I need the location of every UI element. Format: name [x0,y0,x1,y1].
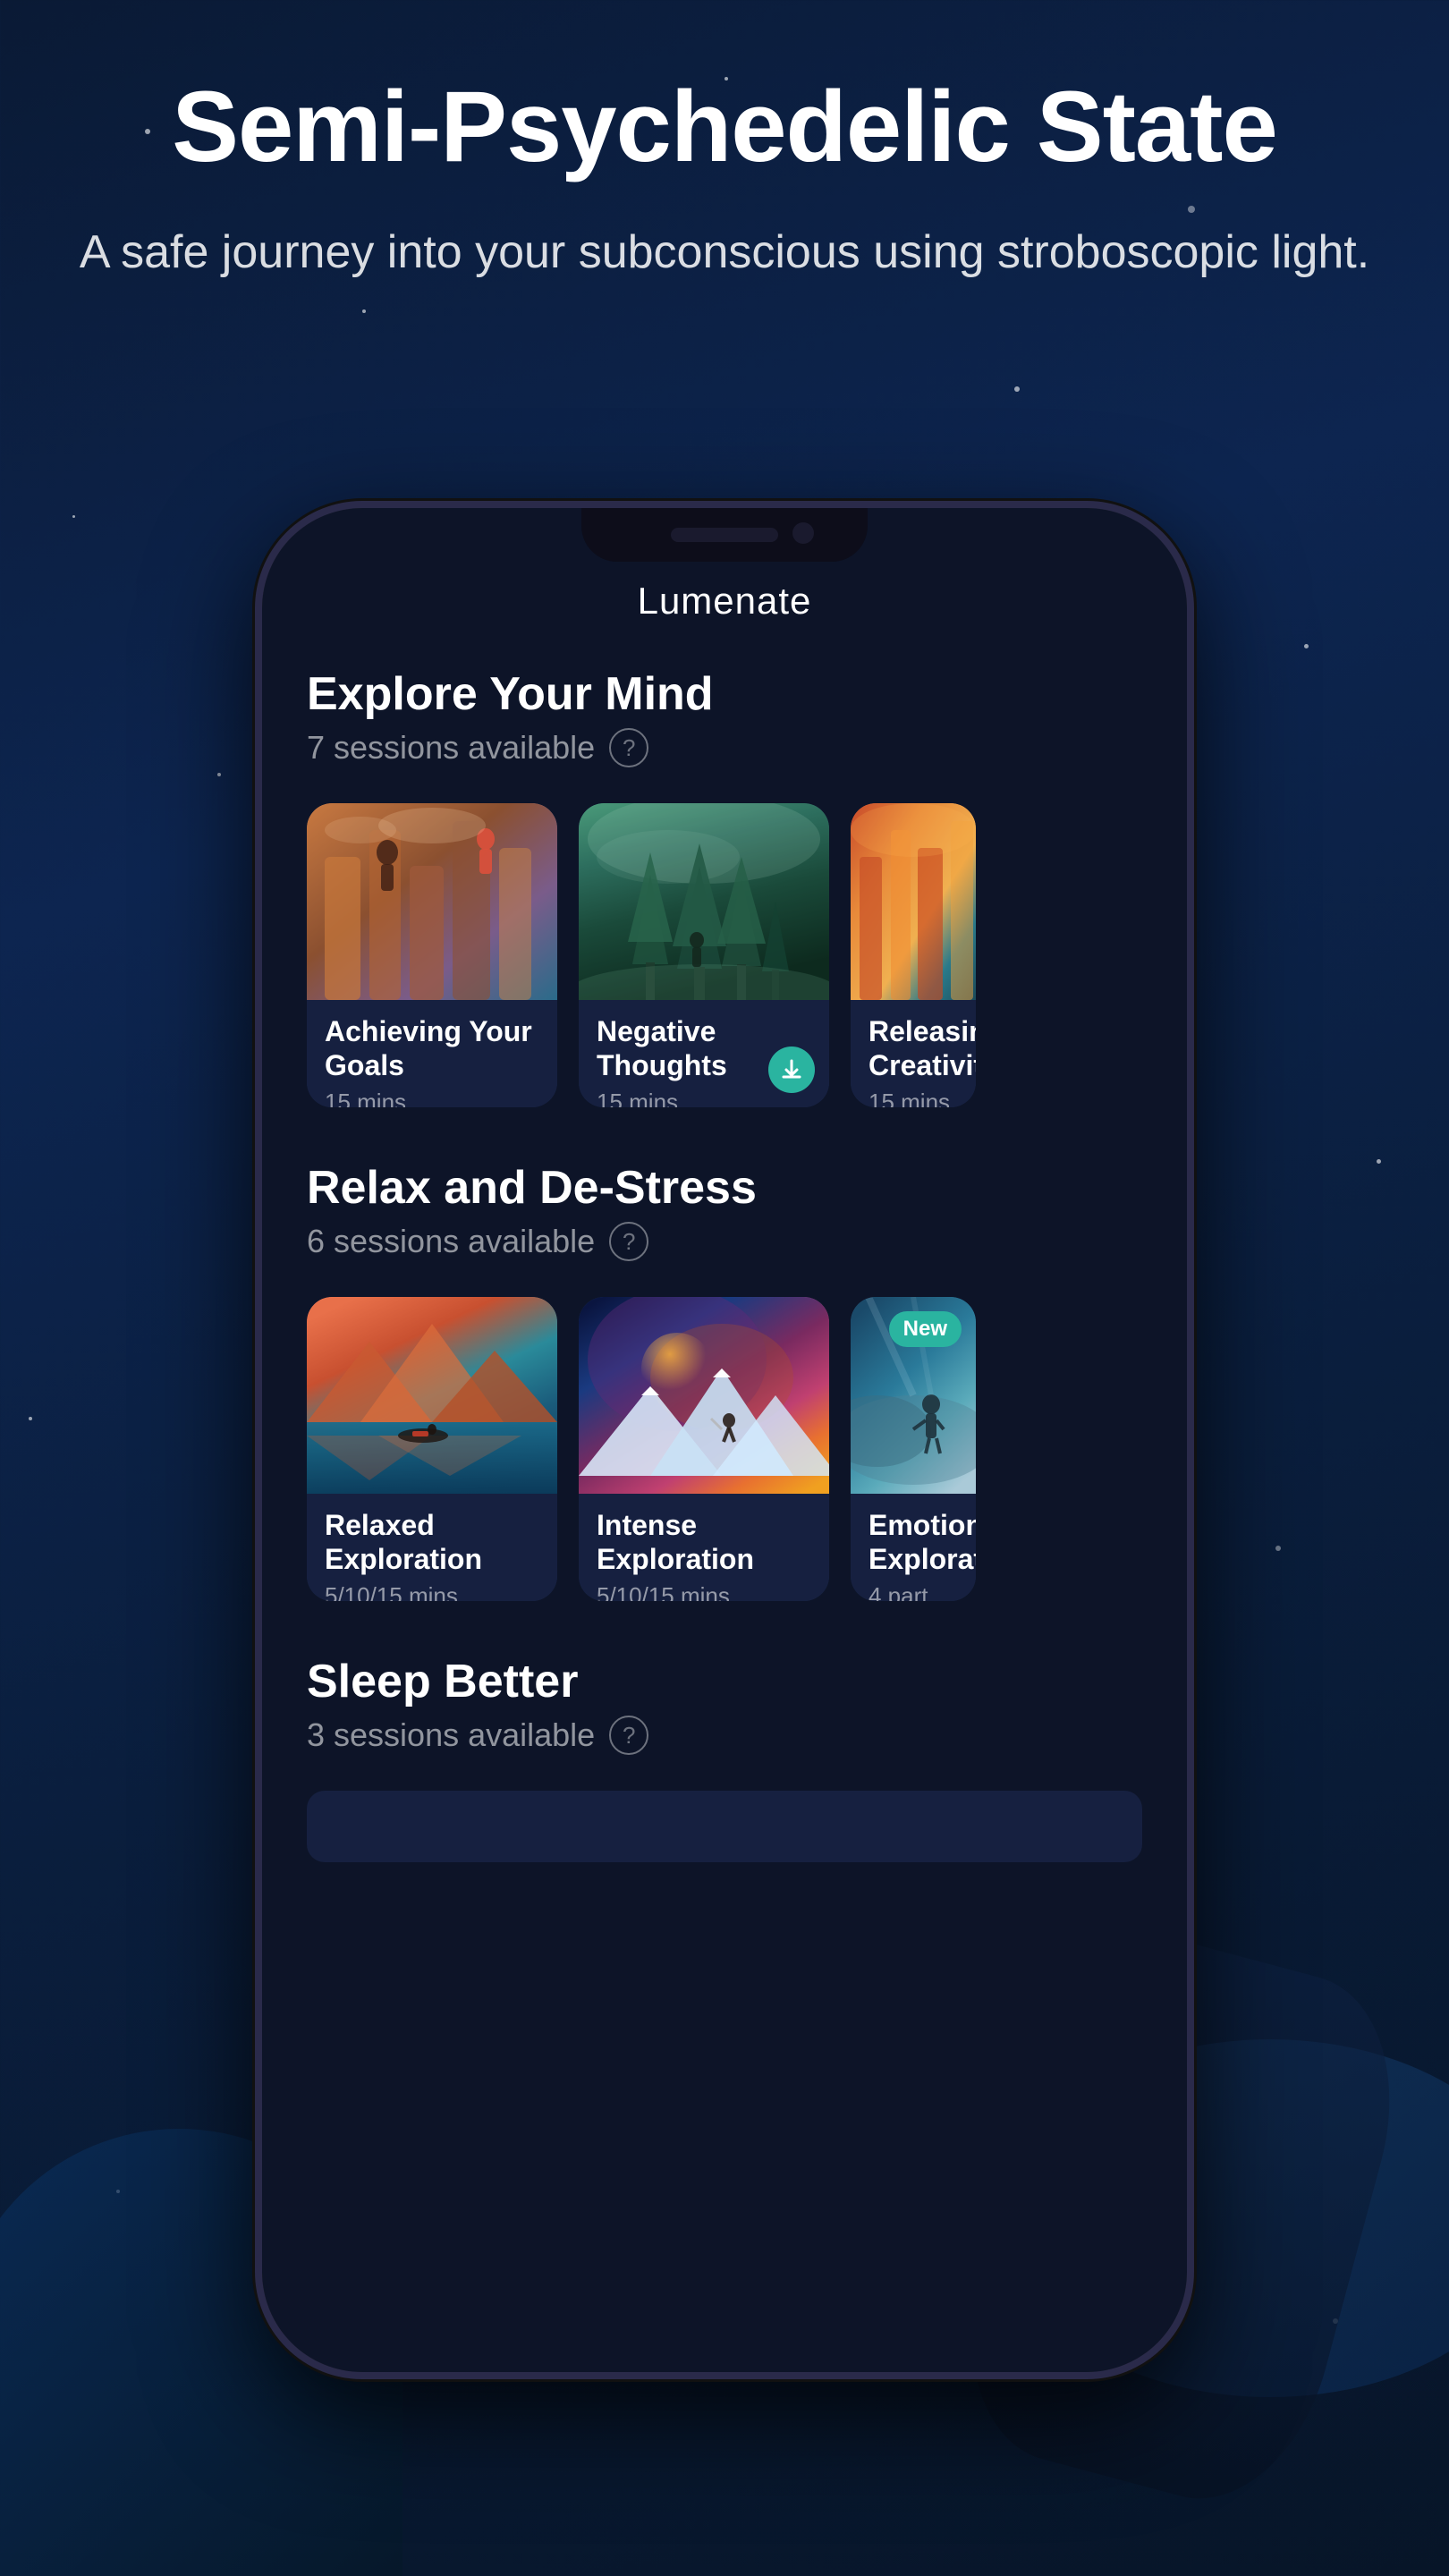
section-relax-meta: 6 sessions available ? [307,1222,1142,1261]
card-negative-thoughts[interactable]: Negative Thoughts 15 mins [579,803,829,1107]
explore-info-icon[interactable]: ? [609,728,648,767]
card-intense-exploration-duration: 5/10/15 mins [597,1582,811,1601]
section-relax-title: Relax and De-Stress [307,1161,1142,1215]
card-emotional-exploration[interactable]: New [851,1297,976,1601]
card-negative-thoughts-image [579,803,829,1000]
section-sleep: Sleep Better 3 sessions available ? [307,1655,1142,1862]
app-title: Lumenate [307,580,1142,623]
card-intense-exploration-title: Intense Exploration [597,1508,811,1577]
phone-speaker [671,528,778,542]
card-achieving-goals-image [307,803,557,1000]
card-achieving-goals-title: Achieving Your Goals [325,1014,539,1083]
phone-screen: Lumenate Explore Your Mind 7 sessions av… [262,508,1187,2372]
download-badge[interactable] [768,1046,815,1093]
explore-cards-row: Achieving Your Goals 15 mins [307,803,1142,1107]
card-achieving-goals-body: Achieving Your Goals 15 mins [307,1000,557,1107]
card-intense-exploration[interactable]: Intense Exploration 5/10/15 mins [579,1297,829,1601]
sleep-cards-peek [307,1791,1142,1862]
card-relaxed-exploration-duration: 5/10/15 mins [325,1582,539,1601]
card-releasing-creativity-image [851,803,976,1000]
sleep-info-icon[interactable]: ? [609,1716,648,1755]
card-emotional-exploration-body: Emotional Exploration 4 part series [851,1494,976,1601]
phone-camera [792,522,814,544]
volume-up-button [255,848,258,955]
section-sleep-meta: 3 sessions available ? [307,1716,1142,1755]
card-negative-thoughts-duration: 15 mins [597,1089,811,1107]
card-relaxed-exploration-image [307,1297,557,1494]
section-relax: Relax and De-Stress 6 sessions available… [307,1161,1142,1601]
card-emotional-exploration-duration: 4 part series [869,1582,958,1601]
section-explore: Explore Your Mind 7 sessions available ? [307,667,1142,1107]
new-badge: New [889,1311,962,1347]
card-relaxed-exploration-body: Relaxed Exploration 5/10/15 mins [307,1494,557,1601]
card-releasing-creativity-duration: 15 mins [869,1089,958,1107]
section-explore-meta: 7 sessions available ? [307,728,1142,767]
card-releasing-creativity[interactable]: Releasing Creativity 15 mins [851,803,976,1107]
card-intense-exploration-image [579,1297,829,1494]
relax-sessions-label: 6 sessions available [307,1223,595,1260]
card-intense-exploration-body: Intense Exploration 5/10/15 mins [579,1494,829,1601]
phone-notch [581,508,868,562]
relax-cards-row: Relaxed Exploration 5/10/15 mins [307,1297,1142,1601]
header-section: Semi-Psychedelic State A safe journey in… [54,72,1395,287]
section-explore-title: Explore Your Mind [307,667,1142,721]
page-subtitle: A safe journey into your subconscious us… [54,217,1395,287]
card-achieving-goals[interactable]: Achieving Your Goals 15 mins [307,803,557,1107]
card-relaxed-exploration-title: Relaxed Exploration [325,1508,539,1577]
section-sleep-title: Sleep Better [307,1655,1142,1708]
phone-outer-shell: Lumenate Explore Your Mind 7 sessions av… [255,501,1194,2379]
app-content: Lumenate Explore Your Mind 7 sessions av… [262,508,1187,2372]
relax-info-icon[interactable]: ? [609,1222,648,1261]
card-achieving-goals-duration: 15 mins [325,1089,539,1107]
card-relaxed-exploration[interactable]: Relaxed Exploration 5/10/15 mins [307,1297,557,1601]
volume-mute-button [255,741,258,812]
sleep-sessions-label: 3 sessions available [307,1716,595,1754]
card-emotional-exploration-title: Emotional Exploration [869,1508,958,1577]
explore-sessions-label: 7 sessions available [307,729,595,767]
card-releasing-creativity-body: Releasing Creativity 15 mins [851,1000,976,1107]
page-title: Semi-Psychedelic State [54,72,1395,182]
power-button [1191,866,1194,1027]
card-releasing-creativity-title: Releasing Creativity [869,1014,958,1083]
phone-mockup: Lumenate Explore Your Mind 7 sessions av… [255,501,1194,2379]
volume-down-button [255,982,258,1089]
